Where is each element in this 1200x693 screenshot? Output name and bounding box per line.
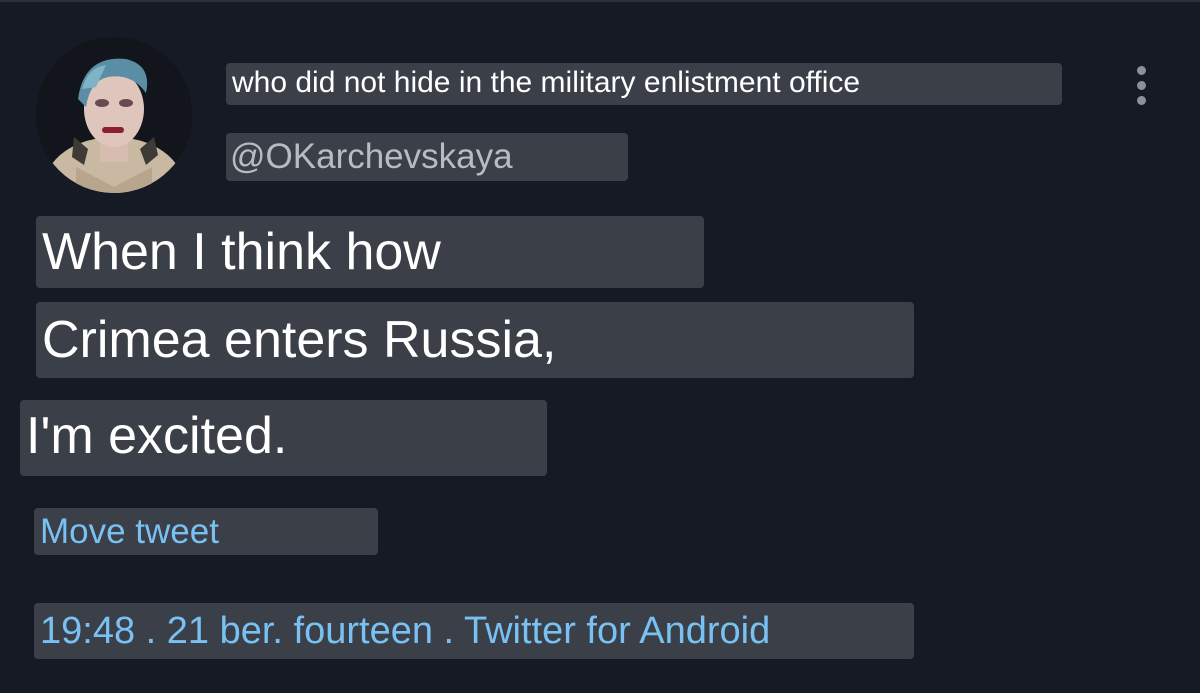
tweet-text-line: When I think how (36, 216, 704, 288)
tweet-timestamp: 19:48 . 21 ber. fourteen . Twitter for A… (34, 603, 914, 659)
more-vertical-icon (1137, 66, 1146, 75)
user-handle[interactable]: @OKarchevskaya (226, 133, 628, 181)
more-vertical-icon (1137, 96, 1146, 105)
tweet-text-line: I'm excited. (20, 400, 547, 476)
more-options-button[interactable] (1124, 60, 1160, 112)
avatar-image (36, 37, 192, 193)
more-vertical-icon (1137, 81, 1146, 90)
avatar[interactable] (36, 37, 192, 193)
tweet-text-line: Crimea enters Russia, (36, 302, 914, 378)
move-tweet-link[interactable]: Move tweet (34, 508, 378, 555)
top-divider (0, 0, 1200, 2)
display-name[interactable]: who did not hide in the military enlistm… (226, 63, 1062, 105)
